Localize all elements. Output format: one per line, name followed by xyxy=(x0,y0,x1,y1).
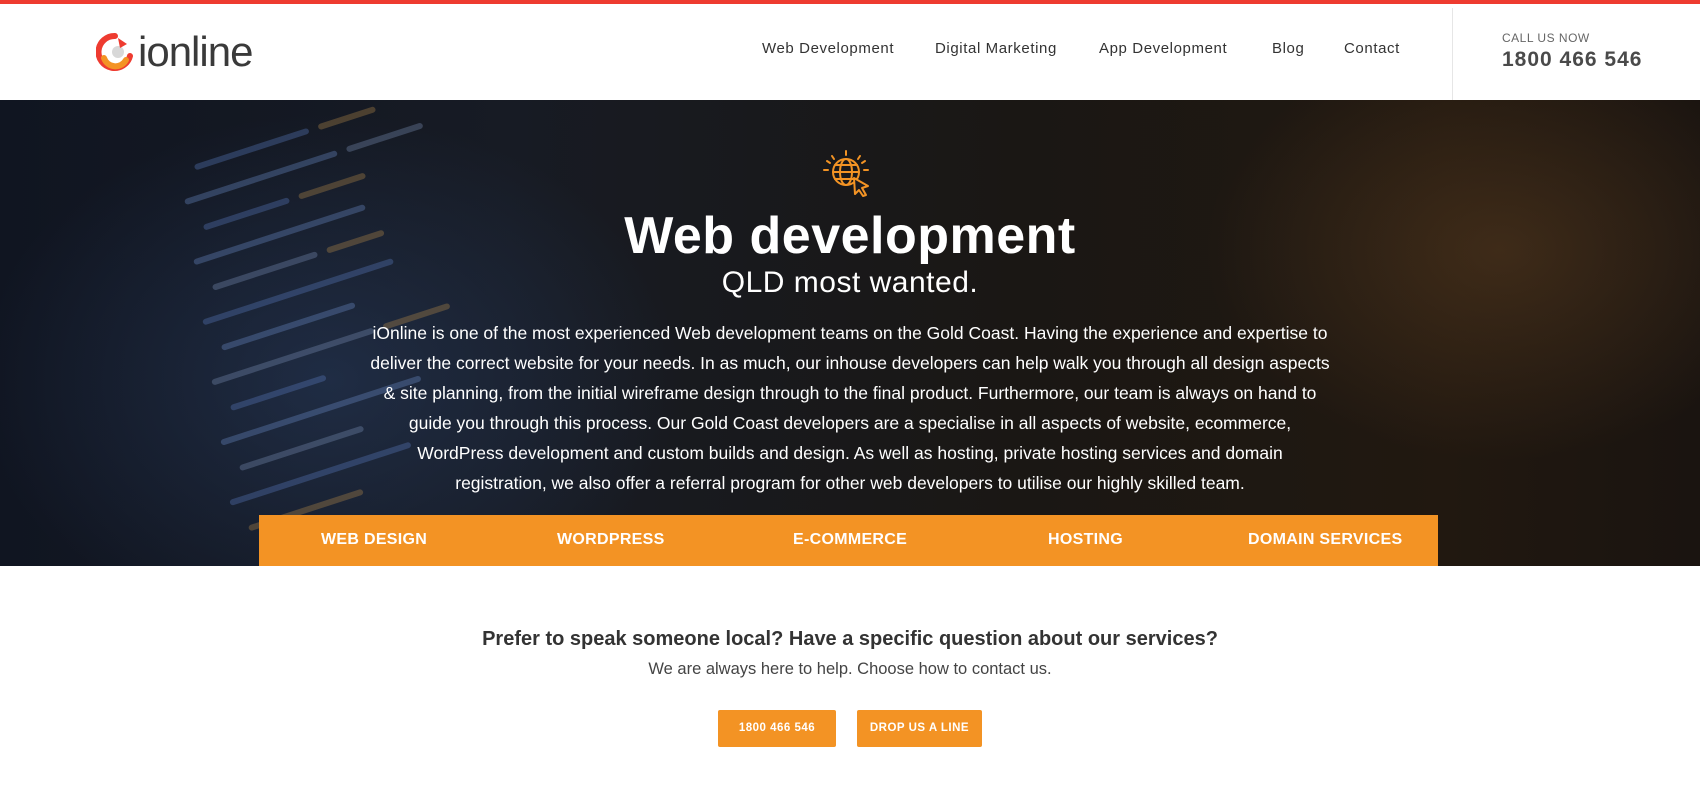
hero-description: iOnline is one of the most experienced W… xyxy=(370,323,1330,493)
nav-app-development[interactable]: App Development xyxy=(1099,40,1227,57)
logo-wordmark: ionline xyxy=(138,28,253,75)
nav-blog[interactable]: Blog xyxy=(1272,40,1304,57)
site-logo[interactable]: ionline xyxy=(96,28,253,75)
contact-subheading: We are always here to help. Choose how t… xyxy=(648,660,1052,678)
service-hosting[interactable]: HOSTING xyxy=(1048,531,1123,549)
hero-subtitle: QLD most wanted. xyxy=(721,266,979,299)
logo-swirl-icon xyxy=(96,32,133,71)
hero-section: Web development QLD most wanted. iOnline… xyxy=(0,100,1700,566)
call-us-label: CALL US NOW xyxy=(1502,31,1590,45)
service-ecommerce[interactable]: E-COMMERCE xyxy=(793,531,907,549)
nav-digital-marketing[interactable]: Digital Marketing xyxy=(935,40,1057,57)
site-header: ionline Web Development Digital Marketin… xyxy=(0,4,1700,104)
header-divider xyxy=(1452,8,1453,104)
call-phone-button[interactable]: 1800 466 546 xyxy=(718,710,836,747)
contact-heading: Prefer to speak someone local? Have a sp… xyxy=(482,628,1218,650)
globe-cursor-icon xyxy=(823,150,869,197)
nav-web-development[interactable]: Web Development xyxy=(762,40,894,57)
drop-us-a-line-button[interactable]: DROP US A LINE xyxy=(857,710,982,747)
nav-contact[interactable]: Contact xyxy=(1344,40,1400,57)
services-bar: WEB DESIGN WORDPRESS E-COMMERCE HOSTING … xyxy=(259,515,1438,566)
header-phone-number[interactable]: 1800 466 546 xyxy=(1502,48,1642,72)
hero-title: Web development xyxy=(624,207,1076,265)
service-web-design[interactable]: WEB DESIGN xyxy=(321,531,427,549)
service-wordpress[interactable]: WORDPRESS xyxy=(557,531,665,549)
service-domain-services[interactable]: DOMAIN SERVICES xyxy=(1248,531,1402,549)
